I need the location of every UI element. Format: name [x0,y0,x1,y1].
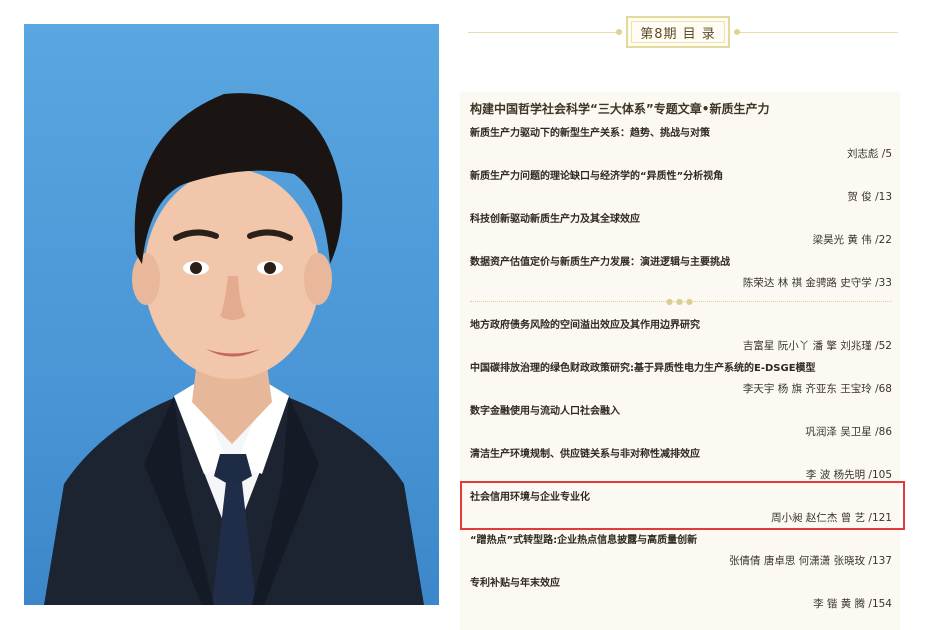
article-title: 专利补贴与年末效应 [470,578,560,589]
issue-label: 第8期 目 录 [640,26,716,42]
article-title: 数字金融使用与流动人口社会融入 [470,406,620,417]
portrait-photo [24,24,439,605]
section-title: 构建中国哲学社会科学“三大体系”专题文章•新质生产力 [470,102,770,116]
article-authors: 巩润泽 吴卫星 /86 [805,426,892,438]
article-authors: 李天宇 杨 旗 齐亚东 王宝玲 /68 [742,383,892,395]
table-of-contents: 第8期 目 录 构建中国哲学社会科学“三大体系”专题文章•新质生产力 新质生产力… [460,0,933,630]
portrait-illustration [44,93,424,605]
article-title: 数据资产估值定价与新质生产力发展：演进逻辑与主要挑战 [470,257,730,268]
article-authors: 梁昊光 黄 伟 /22 [812,234,892,246]
article-title: 地方政府债务风险的空间溢出效应及其作用边界研究 [470,320,700,331]
divider-ornament: ●●● [666,297,696,306]
article-title: 科技创新驱动新质生产力及其全球效应 [470,214,640,225]
article-title: 清洁生产环境规制、供应链关系与非对称性减排效应 [470,449,700,460]
header-ornament [616,29,622,35]
article-authors: 刘志彪 /5 [846,148,892,160]
article-title: 中国碳排放治理的绿色财政政策研究:基于异质性电力生产系统的E-DSGE模型 [470,363,816,374]
article-title: 新质生产力问题的理论缺口与经济学的“异质性”分析视角 [470,171,724,182]
header-rule-right [738,32,898,33]
article-authors: 张倩倩 唐卓思 何潇潇 张晓玫 /137 [729,555,892,567]
issue-header: 第8期 目 录 [626,16,730,48]
article-title: “蹭热点”式转型路:企业热点信息披露与高质量创新 [470,535,698,546]
article-title: 新质生产力驱动下的新型生产关系：趋势、挑战与对策 [470,128,710,139]
article-authors: 李 波 杨先明 /105 [805,469,892,481]
header-rule-left [468,32,618,33]
article-authors: 陈荣达 林 祺 金骋路 史守学 /33 [742,277,892,289]
article-authors: 李 锴 黄 腾 /154 [813,598,892,610]
article-authors: 贺 俊 /13 [847,191,892,203]
header-ornament [734,29,740,35]
highlight-box [460,481,905,530]
article-authors: 吉富星 阮小丫 潘 擎 刘兆瑾 /52 [742,340,892,352]
